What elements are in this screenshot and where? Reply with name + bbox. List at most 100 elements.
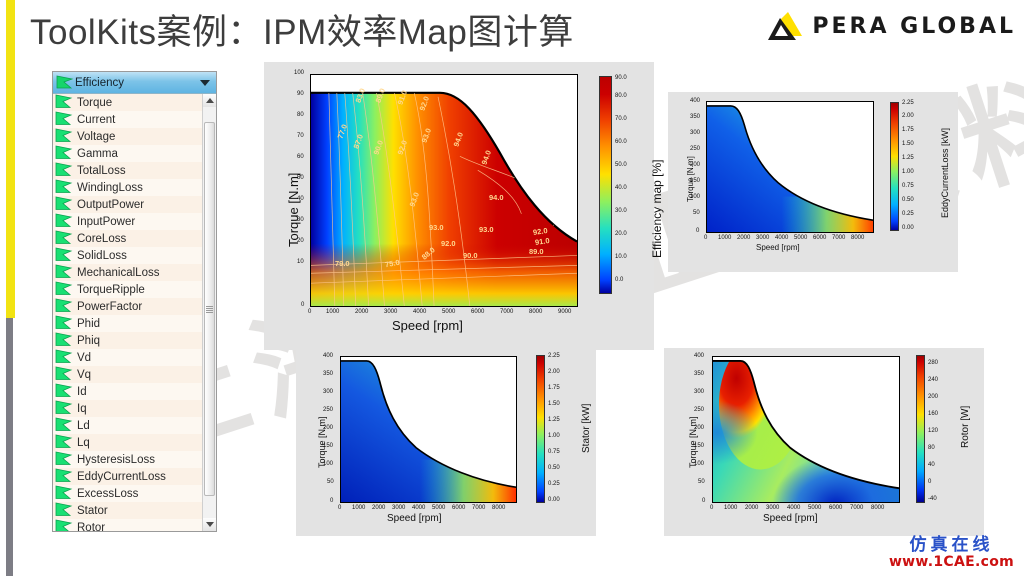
green-flag-icon <box>56 75 74 89</box>
chevron-down-icon[interactable] <box>200 80 210 86</box>
contour-label: 89.0 <box>529 247 544 256</box>
property-row[interactable]: TorqueRipple <box>53 281 203 298</box>
green-flag-icon <box>55 179 73 193</box>
cbar-tick: 2.25 <box>548 353 560 359</box>
stator-colorbar-title: Stator [kW] <box>581 403 592 453</box>
cbar-tick: 0.75 <box>902 183 914 189</box>
y-tick: 90 <box>297 91 304 97</box>
property-row[interactable]: WindingLoss <box>53 179 203 196</box>
property-row[interactable]: Voltage <box>53 128 203 145</box>
chart-efficiency-map[interactable]: 77.0 83.0 87.0 89.0 90.0 91.0 92.0 92.0 … <box>264 62 664 350</box>
property-row[interactable]: EddyCurrentLoss <box>53 468 203 485</box>
property-dropdown-header[interactable]: Efficiency <box>53 72 216 94</box>
green-flag-icon <box>55 247 73 261</box>
green-flag-icon <box>55 281 73 295</box>
property-row[interactable]: Id <box>53 383 203 400</box>
list-scrollbar[interactable] <box>202 94 216 531</box>
property-row-label: Torque <box>77 96 113 109</box>
efficiency-colorbar <box>599 76 612 294</box>
property-row[interactable]: Phiq <box>53 332 203 349</box>
property-row[interactable]: OutputPower <box>53 196 203 213</box>
y-tick: 50 <box>698 479 705 485</box>
eddy-heatmap-surface <box>707 102 873 232</box>
property-row[interactable]: Current <box>53 111 203 128</box>
y-tick: 400 <box>694 353 705 359</box>
stator-y-axis-title: Torque [N.m] <box>317 416 327 468</box>
green-flag-icon <box>55 485 73 499</box>
x-tick: 7000 <box>850 505 864 511</box>
green-flag-icon <box>55 298 73 312</box>
chart-stator-loss[interactable]: 400 350 300 250 200 150 100 50 0 0 1000 … <box>296 348 596 536</box>
property-row[interactable]: Ld <box>53 417 203 434</box>
x-tick: 9000 <box>558 309 572 315</box>
y-tick: 400 <box>690 98 701 104</box>
cbar-tick: 1.00 <box>548 433 560 439</box>
x-tick: 6000 <box>471 309 485 315</box>
x-tick: 7000 <box>472 505 486 511</box>
property-row[interactable]: Phid <box>53 315 203 332</box>
x-tick: 2000 <box>355 309 369 315</box>
property-row[interactable]: Iq <box>53 400 203 417</box>
green-flag-icon <box>55 451 73 465</box>
property-row[interactable]: Rotor <box>53 519 203 531</box>
x-tick: 5000 <box>808 505 822 511</box>
x-tick: 3000 <box>756 235 770 241</box>
cbar-tick: 1.50 <box>902 141 914 147</box>
property-row[interactable]: Stator <box>53 502 203 519</box>
property-row-label: OutputPower <box>77 198 145 211</box>
eddy-colorbar-title: EddyCurrentLoss [kW] <box>940 127 950 218</box>
property-list-panel[interactable]: Efficiency Torque Current Voltage Gamma Tota… <box>52 71 217 532</box>
stator-x-axis-title: Speed [rpm] <box>387 513 442 524</box>
property-row-label: InputPower <box>77 215 136 228</box>
property-row[interactable]: CoreLoss <box>53 230 203 247</box>
cbar-tick: 80.0 <box>615 93 627 99</box>
efficiency-y-axis-title: Torque [N.m] <box>286 172 301 247</box>
property-row[interactable]: Gamma <box>53 145 203 162</box>
property-row[interactable]: MechanicalLoss <box>53 264 203 281</box>
property-row-label: Phiq <box>77 334 101 347</box>
scroll-down-arrow-icon[interactable] <box>203 518 216 531</box>
green-flag-icon <box>55 230 73 244</box>
y-tick: 60 <box>297 154 304 160</box>
green-flag-icon <box>55 145 73 159</box>
y-tick: 100 <box>294 70 305 76</box>
property-row[interactable]: Lq <box>53 434 203 451</box>
brand-wordmark: PERA GLOBAL <box>812 13 1016 39</box>
cbar-tick: 10.0 <box>615 254 627 260</box>
rotor-y-axis-title: Torque [N.m] <box>688 416 698 468</box>
green-flag-icon <box>55 366 73 380</box>
property-row-label: Voltage <box>77 130 116 143</box>
scroll-up-arrow-icon[interactable] <box>203 94 216 107</box>
cbar-tick: 0.75 <box>548 449 560 455</box>
property-row[interactable]: Vd <box>53 349 203 366</box>
eddy-plot-area <box>706 101 874 233</box>
property-row[interactable]: HysteresisLoss <box>53 451 203 468</box>
cbar-tick: 120 <box>928 428 939 434</box>
property-row-label: Iq <box>77 402 87 415</box>
y-tick: 300 <box>690 130 701 136</box>
left-accent-stripe-yellow <box>6 0 15 318</box>
x-tick: 0 <box>308 309 312 315</box>
y-tick: 250 <box>690 146 701 152</box>
chart-rotor-loss[interactable]: 400 350 300 250 200 150 100 50 0 0 1000 … <box>664 348 984 536</box>
x-tick: 2000 <box>745 505 759 511</box>
property-row[interactable]: Torque <box>53 94 203 111</box>
cbar-tick: 80 <box>928 445 935 451</box>
property-row[interactable]: InputPower <box>53 213 203 230</box>
efficiency-axes: 77.0 83.0 87.0 89.0 90.0 91.0 92.0 92.0 … <box>310 74 578 307</box>
cbar-tick: 0.00 <box>902 225 914 231</box>
scrollbar-thumb[interactable] <box>204 122 215 496</box>
property-row[interactable]: SolidLoss <box>53 247 203 264</box>
property-row-label: TorqueRipple <box>77 283 145 296</box>
property-row[interactable]: PowerFactor <box>53 298 203 315</box>
x-tick: 2000 <box>737 235 751 241</box>
property-row-label: Phid <box>77 317 101 330</box>
site-watermark-cn: 仿真在线 <box>909 535 994 556</box>
property-row-label: Lq <box>77 436 90 449</box>
property-row[interactable]: TotalLoss <box>53 162 203 179</box>
chart-eddy-current-loss[interactable]: 400 350 300 250 200 150 100 50 0 0 1000 … <box>668 92 958 272</box>
contour-label: 94.0 <box>489 193 504 202</box>
property-row[interactable]: ExcessLoss <box>53 485 203 502</box>
property-row[interactable]: Vq <box>53 366 203 383</box>
y-tick: 350 <box>690 114 701 120</box>
